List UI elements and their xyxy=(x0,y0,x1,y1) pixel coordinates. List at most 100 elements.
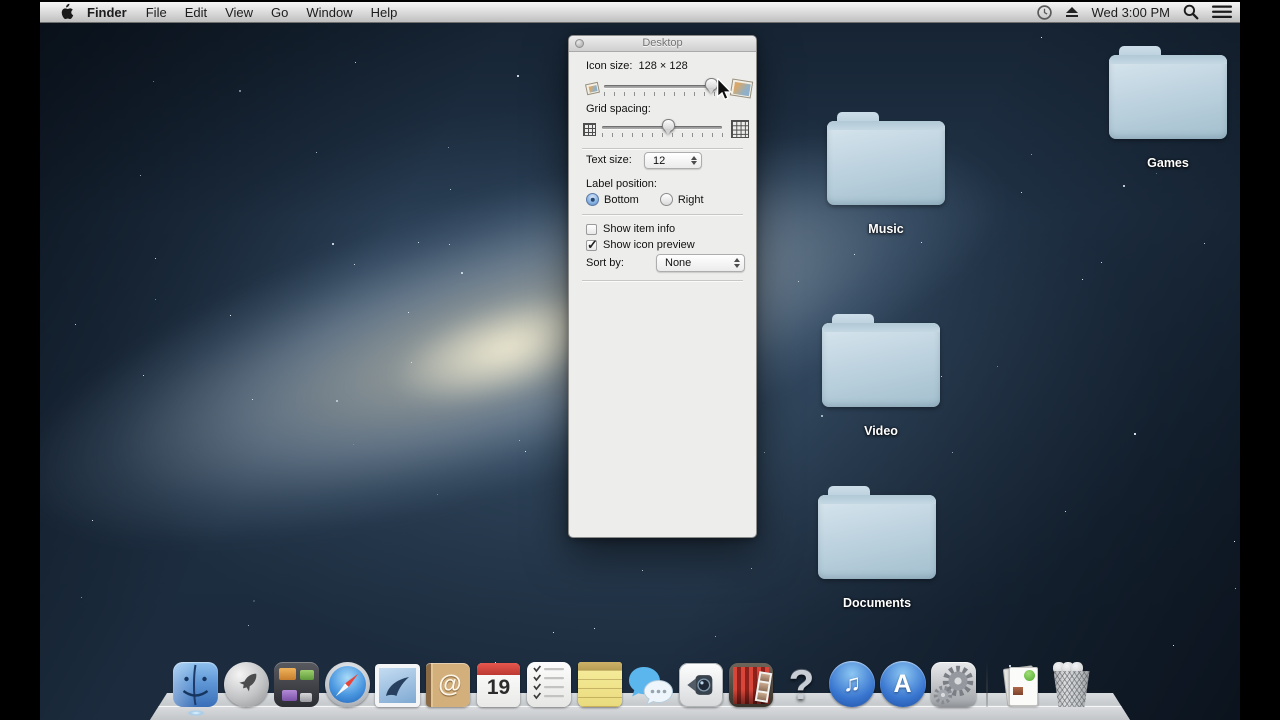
radio-bottom-label: Bottom xyxy=(604,193,639,206)
menu-bar: Finder File Edit View Go Window Help Wed… xyxy=(40,2,1240,23)
folder-label: Music xyxy=(868,222,904,236)
folder-label: Games xyxy=(1147,156,1189,170)
time-machine-menu-icon[interactable] xyxy=(1036,4,1053,21)
menu-finder[interactable]: Finder xyxy=(77,5,137,20)
show-icon-preview-label: Show icon preview xyxy=(603,239,695,251)
grid-spacing-label: Grid spacing: xyxy=(586,103,651,115)
contacts-at-glyph: @ xyxy=(438,671,462,698)
dock-item-facetime[interactable] xyxy=(677,659,724,707)
apple-menu[interactable] xyxy=(59,3,74,21)
grid-spacing-slider[interactable] xyxy=(602,117,724,141)
icon-size-value: 128 × 128 xyxy=(638,60,688,72)
dock-item-messages[interactable] xyxy=(627,659,674,707)
app-store-a-glyph: A xyxy=(893,669,912,698)
pillarbox-right xyxy=(1240,0,1280,720)
small-icon-glyph xyxy=(584,81,601,95)
folder-icon xyxy=(822,314,940,407)
screen: Games Music Video Documents @19? ♫ A Deskt… xyxy=(0,0,1280,720)
dock-item-trash[interactable] xyxy=(1048,659,1095,707)
show-item-info-row: Show item info xyxy=(586,223,675,235)
pillarbox-left xyxy=(0,0,40,720)
stepper-arrows-icon xyxy=(734,258,744,268)
folder-icon xyxy=(818,486,936,579)
letterbox-top xyxy=(40,0,1240,2)
window-titlebar[interactable]: Desktop xyxy=(569,36,756,52)
show-item-info-label: Show item info xyxy=(603,223,676,235)
grid-spacing-slider-row xyxy=(583,117,749,141)
spotlight-icon[interactable] xyxy=(1183,4,1199,20)
window-title: Desktop xyxy=(642,37,683,49)
menu-view[interactable]: View xyxy=(216,5,262,20)
notification-center-icon[interactable] xyxy=(1212,5,1232,19)
text-size-popup[interactable]: 12 xyxy=(644,152,702,169)
folder-music[interactable]: Music xyxy=(824,112,948,236)
label-position-row: Label position: xyxy=(586,178,657,190)
dock-item-reminders[interactable] xyxy=(526,659,573,707)
menu-edit[interactable]: Edit xyxy=(176,5,216,20)
apple-icon xyxy=(61,3,74,19)
dock-item-downloads[interactable] xyxy=(998,659,1045,707)
desktop-wallpaper: Games Music Video Documents @19? ♫ A Deskt… xyxy=(40,0,1240,720)
dock-item-photo-booth[interactable] xyxy=(728,659,775,707)
text-size-label: Text size: xyxy=(586,154,632,166)
dock-item-safari[interactable] xyxy=(324,659,371,707)
icon-size-label: Icon size: xyxy=(586,60,633,72)
mouse-cursor xyxy=(716,76,736,107)
show-item-info-checkbox[interactable] xyxy=(586,223,597,235)
dock-item-notes[interactable] xyxy=(576,659,623,707)
folder-video[interactable]: Video xyxy=(819,314,943,438)
icon-size-slider[interactable] xyxy=(604,76,726,100)
dock: @19? ♫ A xyxy=(150,640,1130,720)
text-size-row: Text size: xyxy=(586,154,632,166)
view-options-window: Desktop Icon size: 128 × 128 Grid spacin… xyxy=(568,35,757,538)
dock-item-launchpad[interactable] xyxy=(223,659,270,707)
separator xyxy=(582,214,743,215)
folder-label: Documents xyxy=(842,596,912,610)
sort-by-value: None xyxy=(665,257,692,269)
menu-file[interactable]: File xyxy=(137,5,176,20)
radio-bottom[interactable] xyxy=(586,193,599,206)
show-icon-preview-checkbox[interactable] xyxy=(586,237,598,253)
sort-by-label: Sort by: xyxy=(586,257,624,269)
question-mark-glyph: ? xyxy=(788,661,815,708)
stepper-arrows-icon xyxy=(691,155,701,166)
dock-divider xyxy=(986,661,988,707)
folder-games[interactable]: Games xyxy=(1106,46,1230,170)
dock-item-calendar[interactable]: 19 xyxy=(475,659,522,707)
menu-window[interactable]: Window xyxy=(297,5,361,20)
separator xyxy=(582,280,743,281)
menu-clock[interactable]: Wed 3:00 PM xyxy=(1091,5,1170,20)
text-size-value: 12 xyxy=(653,154,666,167)
music-note-glyph: ♫ xyxy=(843,670,861,697)
small-grid-glyph xyxy=(583,122,596,136)
folder-documents[interactable]: Documents xyxy=(815,486,939,610)
dock-item-finder[interactable] xyxy=(172,659,219,716)
show-icon-preview-row: Show icon preview xyxy=(586,237,695,253)
folder-icon xyxy=(1109,46,1227,139)
folder-icon xyxy=(827,112,945,205)
dock-item-itunes[interactable]: ♫ xyxy=(829,659,876,707)
radio-right-label: Right xyxy=(677,193,704,206)
label-position-options: Bottom Right xyxy=(586,193,704,206)
menu-help[interactable]: Help xyxy=(362,5,407,20)
radio-right[interactable] xyxy=(659,193,673,206)
eject-menu-icon[interactable] xyxy=(1066,7,1079,17)
sort-by-row: Sort by: xyxy=(586,257,624,269)
label-position-label: Label position: xyxy=(586,178,657,190)
separator xyxy=(582,148,743,149)
running-indicator xyxy=(186,710,205,716)
grid-spacing-slider-thumb[interactable] xyxy=(662,119,675,132)
icon-size-row: Icon size: 128 × 128 xyxy=(586,60,688,72)
sort-by-popup[interactable]: None xyxy=(656,254,745,272)
dock-item-question-mark[interactable]: ? xyxy=(778,659,825,707)
slider-ticks xyxy=(602,133,724,137)
dock-item-mail[interactable] xyxy=(374,659,421,707)
menu-go[interactable]: Go xyxy=(262,5,297,20)
dock-item-app-store[interactable]: A xyxy=(879,659,926,707)
calendar-day: 19 xyxy=(486,676,511,699)
grid-spacing-label-row: Grid spacing: xyxy=(586,103,651,115)
folder-label: Video xyxy=(864,424,898,438)
dock-item-system-preferences[interactable] xyxy=(930,659,977,707)
dock-item-contacts[interactable]: @ xyxy=(425,659,472,707)
dock-item-mission-control[interactable] xyxy=(273,659,320,707)
